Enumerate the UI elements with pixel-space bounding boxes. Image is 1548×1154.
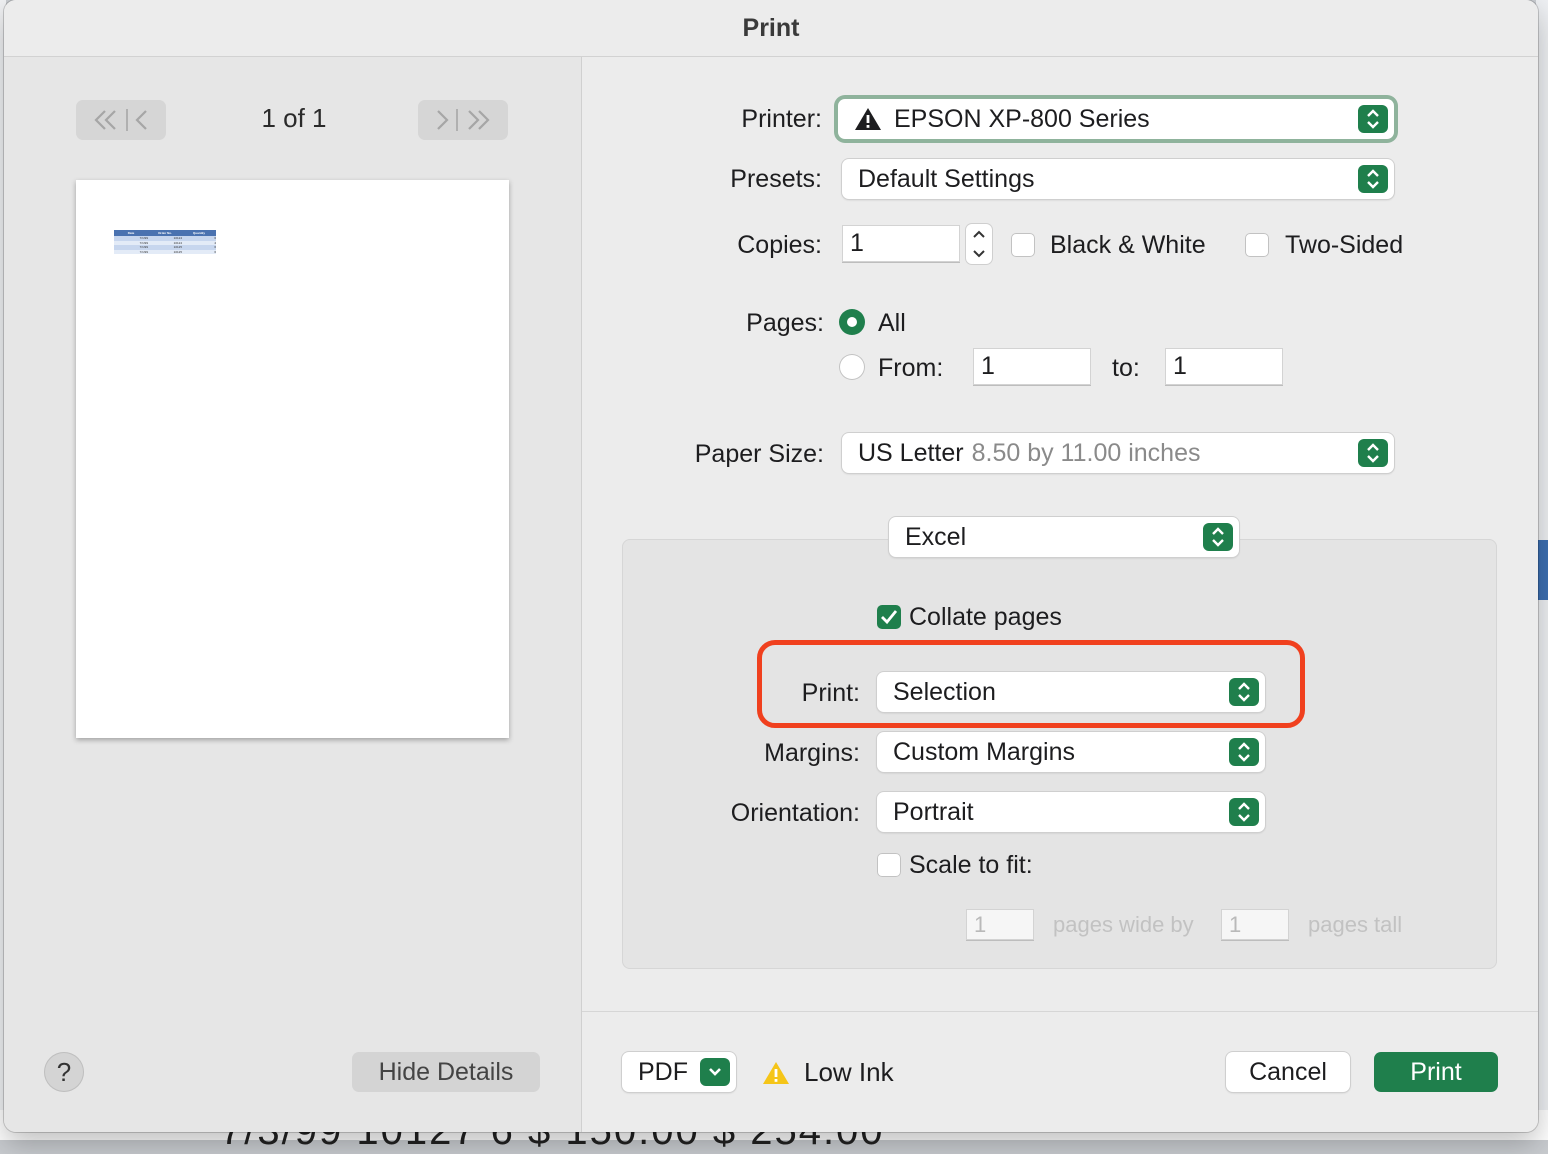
low-ink-status: Low Ink: [762, 1057, 894, 1088]
page-preview: Date Order No. Quantity 7/1/99 10124 6 7…: [76, 180, 509, 738]
first-page-icon[interactable]: [92, 108, 120, 132]
page-counter: 1 of 1: [261, 103, 327, 133]
pages-range-radio[interactable]: [839, 354, 865, 380]
table-row: 7/1/99 10125 6: [114, 249, 216, 254]
pages-tall-input[interactable]: 1: [1221, 909, 1289, 941]
pages-wide-label: pages wide by: [1053, 912, 1194, 937]
hide-details-button[interactable]: Hide Details: [352, 1052, 540, 1092]
orientation-select[interactable]: Portrait: [877, 792, 1265, 832]
paper-size-select[interactable]: US Letter 8.50 by 11.00 inches: [842, 433, 1394, 473]
settings-pane: Printer: EPSON XP-800 Series Presets: De…: [582, 57, 1538, 1132]
pages-to-label: to:: [1112, 354, 1140, 382]
title-bar: Print: [4, 0, 1538, 57]
paper-size-name: US Letter: [858, 438, 964, 467]
pages-all-label: All: [878, 309, 906, 337]
black-white-checkbox[interactable]: [1011, 233, 1035, 257]
chevron-up-icon[interactable]: [972, 229, 986, 239]
chevron-up-down-icon: [1358, 165, 1388, 193]
printer-value: EPSON XP-800 Series: [894, 104, 1150, 133]
orientation-label: Orientation:: [730, 799, 860, 827]
pages-wide-input[interactable]: 1: [966, 909, 1034, 941]
chevron-up-down-icon: [1203, 523, 1233, 551]
paper-size-dims: 8.50 by 11.00 inches: [971, 438, 1201, 467]
margins-label: Margins:: [764, 739, 860, 767]
preview-pane: 1 of 1 Date Order No. Quantity 7/1/99 10…: [4, 57, 582, 1132]
checkmark-icon: [881, 610, 898, 625]
collate-checkbox[interactable]: [877, 605, 901, 629]
pages-to-input[interactable]: 1: [1165, 348, 1283, 386]
previous-page-icon[interactable]: [134, 108, 150, 132]
footer-divider: [582, 1011, 1538, 1012]
pages-tall-label: pages tall: [1308, 912, 1403, 937]
print-what-label: Print:: [801, 679, 860, 707]
mini-table-cell: 10125: [148, 249, 182, 254]
copies-input[interactable]: 1: [842, 225, 960, 263]
scale-to-fit-checkbox[interactable]: [877, 853, 901, 877]
print-button[interactable]: Print: [1374, 1052, 1498, 1092]
margins-select[interactable]: Custom Margins: [877, 732, 1265, 772]
pages-from-input[interactable]: 1: [973, 348, 1091, 386]
chevron-down-icon: [700, 1058, 730, 1086]
chevron-up-down-icon: [1229, 798, 1259, 826]
print-what-value: Selection: [893, 677, 996, 706]
copies-stepper[interactable]: [966, 224, 992, 264]
margins-value: Custom Margins: [893, 737, 1075, 766]
printer-label: Printer:: [741, 105, 822, 133]
cancel-button[interactable]: Cancel: [1226, 1052, 1350, 1092]
print-what-select[interactable]: Selection: [877, 672, 1265, 712]
pdf-label: PDF: [638, 1057, 688, 1086]
mini-table-cell: 6: [182, 249, 216, 254]
dialog-title: Print: [742, 13, 800, 42]
scale-to-fit-label: Scale to fit:: [909, 851, 1033, 879]
collate-label: Collate pages: [909, 603, 1062, 631]
section-value: Excel: [905, 522, 967, 551]
pages-from-label: From:: [878, 354, 944, 382]
copies-label: Copies:: [737, 231, 822, 259]
presets-label: Presets:: [730, 165, 822, 193]
printer-select[interactable]: EPSON XP-800 Series: [838, 99, 1394, 139]
chevron-up-down-icon: [1229, 678, 1259, 706]
chevron-down-icon[interactable]: [972, 249, 986, 259]
pages-all-radio[interactable]: [839, 309, 865, 335]
print-dialog: Print 1 of 1 Date Order No. Quantity 7/1…: [4, 0, 1538, 1132]
paper-size-label: Paper Size:: [694, 440, 824, 468]
low-ink-label: Low Ink: [804, 1057, 894, 1087]
pdf-menu-button[interactable]: PDF: [622, 1052, 736, 1092]
section-select[interactable]: Excel: [889, 517, 1239, 557]
mini-table-cell: 7/1/99: [114, 249, 148, 254]
chevron-up-down-icon: [1229, 738, 1259, 766]
chevron-up-down-icon: [1358, 439, 1388, 467]
presets-select[interactable]: Default Settings: [842, 159, 1394, 199]
next-page-icon[interactable]: [434, 108, 450, 132]
presets-value: Default Settings: [858, 164, 1035, 193]
preview-mini-table: Date Order No. Quantity 7/1/99 10124 6 7…: [114, 230, 216, 254]
orientation-value: Portrait: [893, 797, 974, 826]
help-button[interactable]: ?: [44, 1052, 84, 1092]
black-white-label: Black & White: [1050, 231, 1206, 259]
warning-icon: [855, 108, 881, 130]
warning-icon: [763, 1061, 789, 1084]
pages-label: Pages:: [746, 309, 824, 337]
two-sided-checkbox[interactable]: [1245, 233, 1269, 257]
last-page-icon[interactable]: [464, 108, 492, 132]
chevron-up-down-icon: [1358, 105, 1388, 133]
next-page-buttons[interactable]: [418, 100, 508, 140]
two-sided-label: Two-Sided: [1285, 231, 1404, 259]
previous-page-buttons[interactable]: [76, 100, 166, 140]
